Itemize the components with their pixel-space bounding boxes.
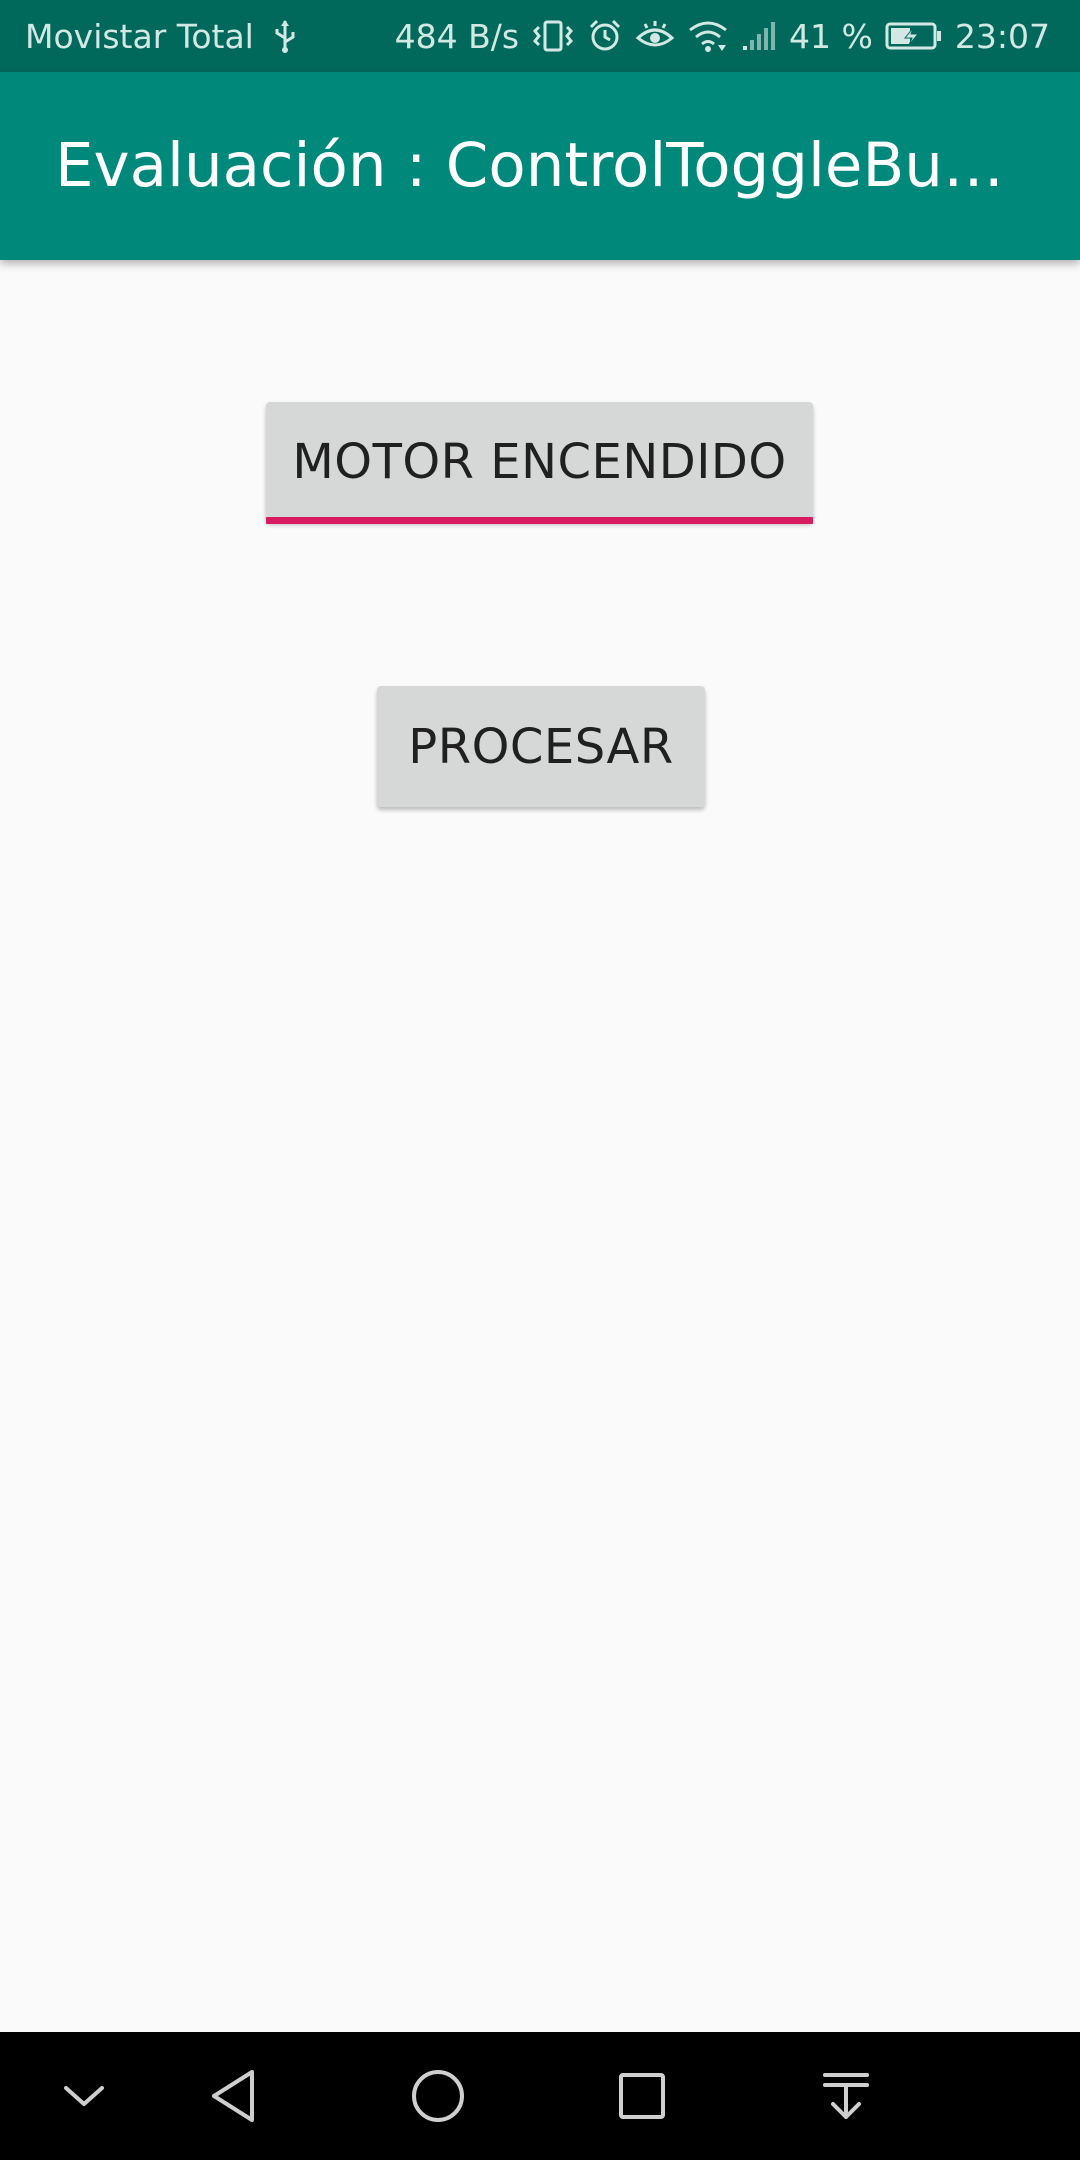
process-button-label: PROCESAR — [408, 718, 674, 775]
screen: Movistar Total 484 B/s 41 % 23:07 Evalua… — [0, 0, 1080, 2160]
battery-percent: 41 % — [789, 16, 873, 56]
status-right: 484 B/s 41 % 23:07 — [395, 0, 1050, 72]
network-speed: 484 B/s — [394, 16, 520, 56]
motor-toggle-label: MOTOR ENCENDIDO — [292, 434, 787, 490]
back-icon[interactable] — [174, 2032, 294, 2160]
usb-icon — [272, 18, 298, 54]
app-bar: Evaluación : ControlToggleBu… — [0, 72, 1080, 260]
status-left: Movistar Total — [25, 0, 298, 72]
process-button[interactable]: PROCESAR — [377, 686, 705, 807]
eye-comfort-icon — [635, 18, 675, 54]
vibrate-icon — [531, 18, 575, 54]
toggle-on-indicator — [266, 517, 813, 524]
home-icon[interactable] — [378, 2032, 498, 2160]
signal-icon — [741, 18, 777, 54]
recents-icon[interactable] — [582, 2032, 702, 2160]
notifications-pull-icon[interactable] — [786, 2032, 906, 2160]
carrier-name: Movistar Total — [25, 16, 254, 56]
navigation-bar — [0, 2032, 1080, 2160]
alarm-icon — [587, 18, 623, 54]
wifi-icon — [687, 18, 729, 54]
app-title: Evaluación : ControlToggleBu… — [55, 130, 1004, 201]
status-bar: Movistar Total 484 B/s 41 % 23:07 — [0, 0, 1080, 72]
motor-toggle-button[interactable]: MOTOR ENCENDIDO — [266, 402, 813, 524]
battery-charging-icon — [885, 20, 943, 52]
hide-nav-icon[interactable] — [24, 2032, 144, 2160]
clock: 23:07 — [954, 16, 1050, 56]
